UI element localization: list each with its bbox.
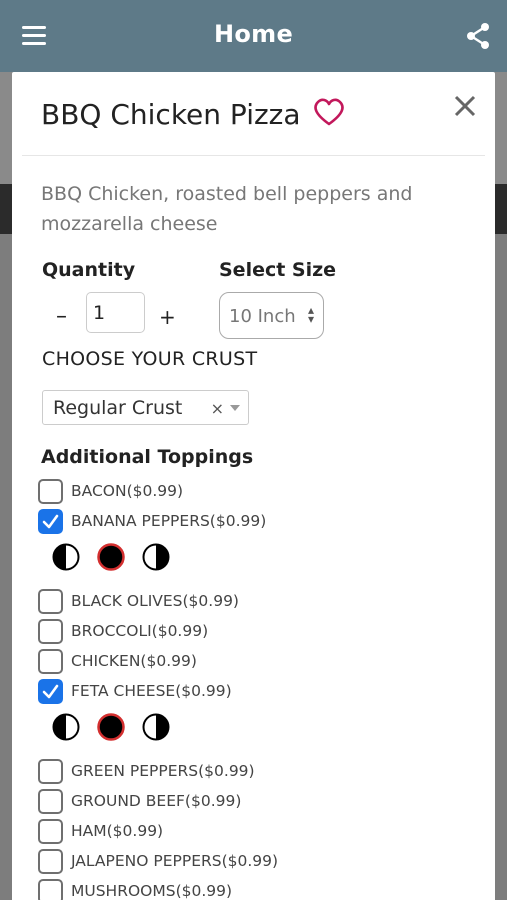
checkbox[interactable] xyxy=(38,589,63,614)
heart-outline-icon[interactable] xyxy=(312,97,346,127)
crust-label: CHOOSE YOUR CRUST xyxy=(42,348,258,370)
dropdown-caret-icon xyxy=(230,405,240,411)
whole-pizza-icon[interactable] xyxy=(97,543,125,571)
topping-label: HAM($0.99) xyxy=(71,822,164,840)
checkbox[interactable] xyxy=(38,649,63,674)
topping-placement-options xyxy=(52,543,192,573)
crust-select[interactable]: Regular Crust × xyxy=(42,390,249,425)
toppings-label: Additional Toppings xyxy=(41,446,254,468)
product-description: BBQ Chicken, roasted bell peppers and mo… xyxy=(41,183,413,235)
quantity-label: Quantity xyxy=(42,259,136,281)
checkbox-checked[interactable] xyxy=(38,509,63,534)
checkbox[interactable] xyxy=(38,849,63,874)
size-selected-value: 10 Inch xyxy=(229,306,296,327)
topping-label: BROCCOLI($0.99) xyxy=(71,622,209,640)
share-icon[interactable] xyxy=(465,22,491,50)
topping-label: CHICKEN($0.99) xyxy=(71,652,197,670)
size-select[interactable]: 10 Inch ▴ ▾ xyxy=(219,292,324,339)
app-bar: Home xyxy=(0,0,507,72)
crust-selected-value: Regular Crust xyxy=(53,397,183,419)
topping-label: FETA CHEESE($0.99) xyxy=(71,682,232,700)
right-half-icon[interactable] xyxy=(142,713,170,741)
topping-label: GREEN PEPPERS($0.99) xyxy=(71,762,255,780)
topping-placement-options xyxy=(52,713,192,743)
topping-label: JALAPENO PEPPERS($0.99) xyxy=(71,852,279,870)
checkbox[interactable] xyxy=(38,789,63,814)
checkbox[interactable] xyxy=(38,619,63,644)
left-half-icon[interactable] xyxy=(52,713,80,741)
close-icon[interactable] xyxy=(451,92,479,120)
product-name: BBQ Chicken Pizza xyxy=(41,98,301,131)
checkbox[interactable] xyxy=(38,819,63,844)
topping-label: MUSHROOMS($0.99) xyxy=(71,882,233,900)
check-icon xyxy=(42,684,59,699)
size-label: Select Size xyxy=(219,259,337,281)
topping-label: BLACK OLIVES($0.99) xyxy=(71,592,239,610)
topping-label: GROUND BEEF($0.99) xyxy=(71,792,242,810)
checkbox[interactable] xyxy=(38,759,63,784)
topping-label: BACON($0.99) xyxy=(71,482,184,500)
select-arrows-icon: ▴ ▾ xyxy=(307,303,314,326)
left-half-icon[interactable] xyxy=(52,543,80,571)
topping-label: BANANA PEPPERS($0.99) xyxy=(71,512,267,530)
checkbox-checked[interactable] xyxy=(38,679,63,704)
checkbox[interactable] xyxy=(38,879,63,900)
checkbox[interactable] xyxy=(38,479,63,504)
product-modal: BBQ Chicken Pizza BBQ Chicken, roasted b… xyxy=(12,72,495,900)
increment-button[interactable]: + xyxy=(159,305,176,329)
check-icon xyxy=(42,514,59,529)
right-half-icon[interactable] xyxy=(142,543,170,571)
quantity-input[interactable]: 1 xyxy=(86,292,145,333)
page-title: Home xyxy=(213,20,294,48)
decrement-button[interactable]: – xyxy=(56,304,67,329)
whole-pizza-icon[interactable] xyxy=(97,713,125,741)
modal-header: BBQ Chicken Pizza xyxy=(22,72,485,156)
clear-icon[interactable]: × xyxy=(211,399,224,418)
